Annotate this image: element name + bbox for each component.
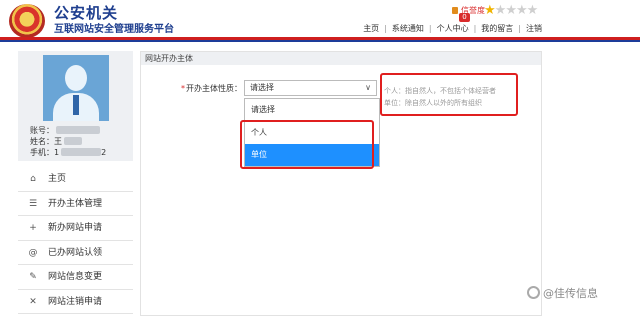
sidebar-menu: ⌂ 主页 ☰ 开办主体管理 + 新办网站申请 @ 已办网站认领 ✎ 网站信息变更 ✕ 网站注… <box>18 167 133 314</box>
sidebar-item-label: 已办网站认领 <box>48 247 103 258</box>
nav-separator: | <box>473 24 477 33</box>
avatar-head <box>65 65 87 91</box>
header-blue-stripe <box>0 40 640 42</box>
avatar-tie <box>73 95 79 115</box>
watermark-logo-icon <box>527 286 540 299</box>
phone-row: 手机：1 2 <box>30 147 106 158</box>
chevron-down-icon: ∨ <box>365 83 371 92</box>
edit-icon: ✎ <box>29 272 37 282</box>
star-empty-icon: ★ <box>515 3 528 18</box>
nav-separator: | <box>384 24 387 33</box>
entity-type-label-text: 开办主体性质： <box>186 84 242 93</box>
header: 公安机关 互联网站安全管理服务平台 信誉度 ★★★★★ 0 主页 | 系统通知 | 个人… <box>0 0 640 42</box>
required-marker: * <box>181 84 185 93</box>
sidebar-item-info-change[interactable]: ✎ 网站信息变更 <box>18 265 133 290</box>
sidebar-item-new-website[interactable]: + 新办网站申请 <box>18 216 133 241</box>
sidebar-item-label: 网站注销申请 <box>48 296 103 307</box>
entity-type-dropdown: 请选择 个人 单位 <box>244 98 380 167</box>
name-redacted <box>64 137 82 145</box>
nav-home[interactable]: 主页 <box>363 24 379 33</box>
list-icon: ☰ <box>28 198 38 209</box>
account-label: 账号： <box>30 126 54 135</box>
nav-personal-center[interactable]: 个人中心 <box>437 24 469 33</box>
avatar <box>43 55 109 121</box>
sidebar-item-entity-management[interactable]: ☰ 开办主体管理 <box>18 192 133 216</box>
nav-logout[interactable]: 注销 <box>526 24 542 33</box>
top-nav: 主页 | 系统通知 | 个人中心 | 我的留言 | 注销 <box>363 23 542 34</box>
message-count-badge[interactable]: 0 <box>459 13 470 22</box>
phone-redacted <box>61 148 102 156</box>
entity-type-label: *开办主体性质： <box>181 83 242 94</box>
nav-notifications[interactable]: 系统通知 <box>392 24 424 33</box>
nav-my-messages[interactable]: 我的留言 <box>481 24 513 33</box>
entity-type-select-value: 请选择 <box>250 83 274 92</box>
star-empty-icon: ★ <box>494 3 507 18</box>
watermark: @佳传信息 <box>527 285 598 301</box>
site-subtitle: 互联网站安全管理服务平台 <box>54 24 174 35</box>
sidebar-item-deregister[interactable]: ✕ 网站注销申请 <box>18 290 133 314</box>
name-value: 王 <box>54 137 62 146</box>
profile-card: 账号： 姓名：王 手机：1 2 <box>18 51 133 161</box>
watermark-text: @佳传信息 <box>543 287 598 300</box>
lock-icon <box>452 7 458 14</box>
name-row: 姓名：王 <box>30 136 82 147</box>
section-title: 网站开办主体 <box>141 52 541 65</box>
phone-label: 手机： <box>30 148 54 157</box>
option-individual[interactable]: 个人 <box>245 122 379 144</box>
account-redacted <box>56 126 100 134</box>
star-filled-icon: ★ <box>484 3 496 18</box>
entity-type-select[interactable]: 请选择 ∨ <box>244 80 377 96</box>
credit-stars: ★★★★★ <box>484 3 539 18</box>
plus-icon: + <box>29 223 37 233</box>
home-icon: ⌂ <box>30 174 36 184</box>
sidebar-item-claim-website[interactable]: @ 已办网站认领 <box>18 241 133 265</box>
sidebar-item-label: 开办主体管理 <box>48 198 103 209</box>
phone-suffix: 2 <box>101 148 107 157</box>
sidebar-item-home[interactable]: ⌂ 主页 <box>18 167 133 192</box>
nav-separator: | <box>428 24 432 33</box>
at-icon: @ <box>28 247 38 258</box>
option-please-select[interactable]: 请选择 <box>245 99 379 121</box>
hint-organization: 单位：除自然人以外的所有组织 <box>384 99 482 107</box>
option-organization[interactable]: 单位 <box>245 144 379 166</box>
sidebar-item-label: 主页 <box>48 174 67 184</box>
sidebar-item-label: 网站信息变更 <box>48 272 103 282</box>
police-emblem-logo <box>9 4 45 38</box>
sidebar-item-label: 新办网站申请 <box>48 223 103 233</box>
star-empty-icon: ★ <box>526 3 539 18</box>
close-icon: ✕ <box>29 296 37 307</box>
star-empty-icon: ★ <box>505 3 517 18</box>
name-label: 姓名： <box>30 137 54 146</box>
account-row: 账号： <box>30 125 100 136</box>
nav-separator: | <box>518 24 521 33</box>
phone-prefix: 1 <box>54 148 60 157</box>
hint-individual: 个人：指自然人，不包括个体经营者 <box>384 87 496 95</box>
